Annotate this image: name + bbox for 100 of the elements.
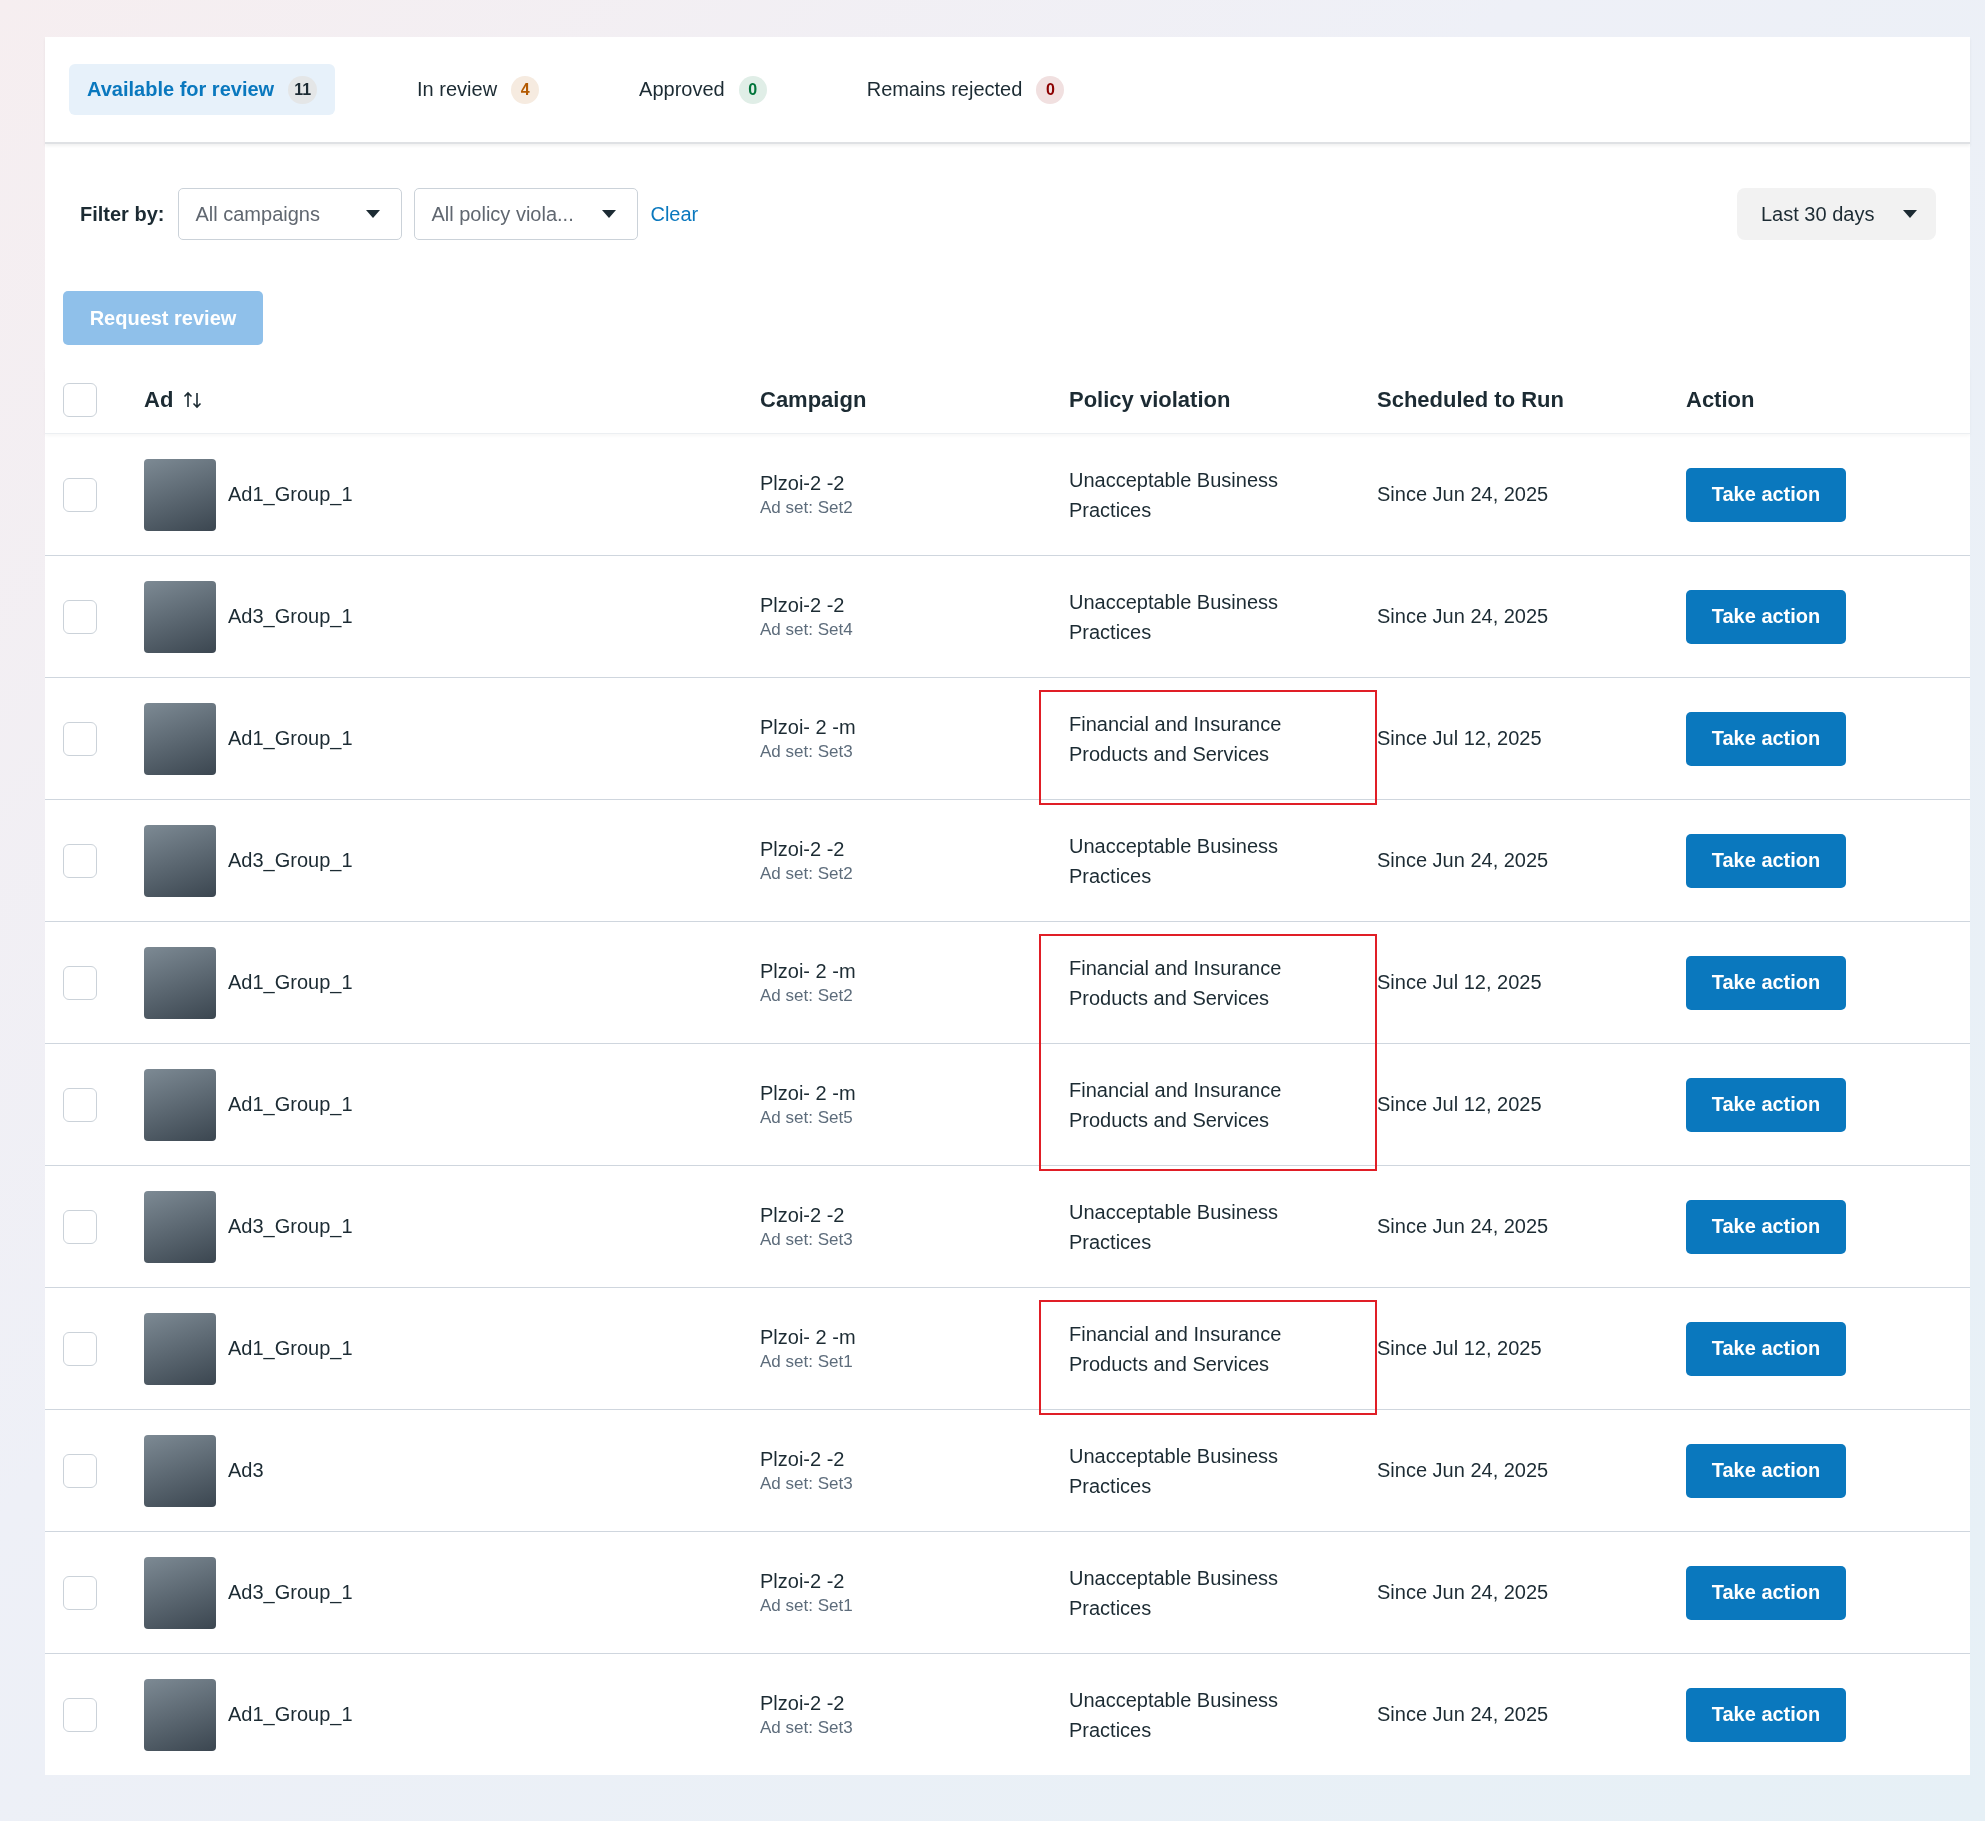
- column-header: Action: [1686, 387, 1755, 413]
- tab-label: Available for review: [87, 78, 275, 101]
- filter-label: Filter by:: [80, 202, 165, 226]
- take-action-button[interactable]: Take action: [1686, 1321, 1846, 1376]
- ad-name: Ad1_Group_1: [228, 971, 353, 994]
- take-action-button[interactable]: Take action: [1686, 833, 1846, 888]
- schedule-date: Since Jun 24, 2025: [1377, 849, 1549, 871]
- row-checkbox[interactable]: [63, 1087, 97, 1122]
- take-action-button[interactable]: Take action: [1686, 467, 1846, 522]
- column-header: Scheduled to Run: [1377, 387, 1564, 413]
- policy-violation: Unacceptable Business Practices: [1069, 1687, 1279, 1743]
- column-header: Policy violation: [1069, 387, 1231, 413]
- tab[interactable]: Approved 0: [621, 64, 785, 115]
- tab[interactable]: In review 4: [399, 64, 558, 115]
- row-checkbox[interactable]: [63, 477, 97, 512]
- ad-set-label: Ad set: Set4: [760, 619, 854, 640]
- schedule-date: Since Jun 24, 2025: [1377, 1703, 1549, 1725]
- take-action-button[interactable]: Take action: [1686, 955, 1846, 1010]
- schedule-date: Since Jun 24, 2025: [1377, 483, 1549, 505]
- campaign-name: Plzoi-2 -2: [760, 837, 846, 861]
- schedule-date: Since Jun 24, 2025: [1377, 605, 1549, 627]
- policy-violation: Financial and Insurance Products and Services: [1069, 1077, 1283, 1133]
- policy-violation: Unacceptable Business Practices: [1069, 589, 1279, 645]
- caret-icon: [601, 209, 618, 219]
- column-header[interactable]: Ad: [144, 387, 174, 413]
- campaign-name: Plzoi-2 -2: [760, 471, 846, 495]
- count-badge: 0: [738, 75, 767, 104]
- campaign-name: Plzoi- 2 -m: [760, 1325, 857, 1349]
- schedule-date: Since Jun 24, 2025: [1377, 1215, 1549, 1237]
- campaign-name: Plzoi-2 -2: [760, 1569, 846, 1593]
- ad-name: Ad3_Group_1: [228, 1581, 353, 1604]
- row-checkbox[interactable]: [63, 1453, 97, 1488]
- ad-set-label: Ad set: Set2: [760, 985, 854, 1006]
- ad-set-label: Ad set: Set5: [760, 1107, 854, 1128]
- ad-set-label: Ad set: Set1: [760, 1595, 854, 1616]
- tab[interactable]: Available for review 11: [69, 64, 336, 115]
- schedule-date: Since Jul 12, 2025: [1377, 1337, 1542, 1359]
- schedule-date: Since Jun 24, 2025: [1377, 1581, 1549, 1603]
- tab-label: Remains rejected: [866, 78, 1023, 101]
- row-checkbox[interactable]: [63, 965, 97, 1000]
- tab-label: In review: [417, 78, 498, 101]
- ad-name: Ad3_Group_1: [228, 1215, 353, 1238]
- take-action-button[interactable]: Take action: [1686, 1565, 1846, 1620]
- take-action-button[interactable]: Take action: [1686, 1443, 1846, 1498]
- caret-icon: [1902, 209, 1918, 219]
- take-action-button[interactable]: Take action: [1686, 1077, 1846, 1132]
- schedule-date: Since Jul 12, 2025: [1377, 727, 1542, 749]
- policy-violation: Unacceptable Business Practices: [1069, 1199, 1279, 1255]
- policy-violation: Unacceptable Business Practices: [1069, 833, 1279, 889]
- count-badge: 4: [511, 75, 540, 104]
- ad-name: Ad1_Group_1: [228, 727, 353, 750]
- campaign-name: Plzoi-2 -2: [760, 1691, 846, 1715]
- row-checkbox[interactable]: [63, 1575, 97, 1610]
- campaign-name: Plzoi- 2 -m: [760, 715, 857, 739]
- caret-icon: [365, 209, 382, 219]
- select-all-checkbox[interactable]: [63, 383, 97, 417]
- row-checkbox[interactable]: [63, 843, 97, 878]
- sort-icon[interactable]: [183, 391, 204, 409]
- clear-link[interactable]: Clear: [650, 202, 699, 226]
- take-action-button[interactable]: Take action: [1686, 1199, 1846, 1254]
- ad-name: Ad1_Group_1: [228, 1703, 353, 1726]
- ad-name: Ad1_Group_1: [228, 483, 353, 506]
- ad-name: Ad3: [228, 1459, 264, 1482]
- ad-name: Ad3_Group_1: [228, 849, 353, 872]
- row-checkbox[interactable]: [63, 721, 97, 756]
- campaign-name: Plzoi-2 -2: [760, 1447, 846, 1471]
- policy-violation: Financial and Insurance Products and Services: [1069, 1321, 1283, 1377]
- policy-violation: Financial and Insurance Products and Services: [1069, 955, 1283, 1011]
- ad-set-label: Ad set: Set3: [760, 1717, 854, 1738]
- take-action-button[interactable]: Take action: [1686, 711, 1846, 766]
- campaign-name: Plzoi-2 -2: [760, 593, 846, 617]
- count-badge: 11: [288, 75, 318, 104]
- tab[interactable]: Remains rejected 0: [848, 64, 1083, 115]
- ad-name: Ad1_Group_1: [228, 1093, 353, 1116]
- column-header: Campaign: [760, 387, 867, 413]
- policy-violation: Unacceptable Business Practices: [1069, 467, 1279, 523]
- policy-violation: Unacceptable Business Practices: [1069, 1443, 1279, 1499]
- ad-name: Ad1_Group_1: [228, 1337, 353, 1360]
- policy-violation: Unacceptable Business Practices: [1069, 1565, 1279, 1621]
- row-checkbox[interactable]: [63, 1209, 97, 1244]
- ad-set-label: Ad set: Set1: [760, 1351, 854, 1372]
- schedule-date: Since Jun 24, 2025: [1377, 1459, 1549, 1481]
- schedule-date: Since Jul 12, 2025: [1377, 971, 1542, 993]
- ad-set-label: Ad set: Set3: [760, 741, 854, 762]
- campaign-name: Plzoi- 2 -m: [760, 1081, 857, 1105]
- date-range-dropdown[interactable]: Last 30 days: [1737, 188, 1936, 240]
- campaign-name: Plzoi-2 -2: [760, 1203, 846, 1227]
- row-checkbox[interactable]: [63, 599, 97, 634]
- filter-dropdown[interactable]: All campaigns: [178, 188, 403, 240]
- ad-set-label: Ad set: Set2: [760, 863, 854, 884]
- row-checkbox[interactable]: [63, 1331, 97, 1366]
- schedule-date: Since Jul 12, 2025: [1377, 1093, 1542, 1115]
- take-action-button[interactable]: Take action: [1686, 589, 1846, 644]
- filter-dropdown[interactable]: All policy viola...: [414, 188, 639, 240]
- ad-set-label: Ad set: Set2: [760, 497, 854, 518]
- ad-set-label: Ad set: Set3: [760, 1229, 854, 1250]
- row-checkbox[interactable]: [63, 1697, 97, 1732]
- take-action-button[interactable]: Take action: [1686, 1687, 1846, 1742]
- tab-label: Approved: [639, 78, 725, 101]
- ad-name: Ad3_Group_1: [228, 605, 353, 628]
